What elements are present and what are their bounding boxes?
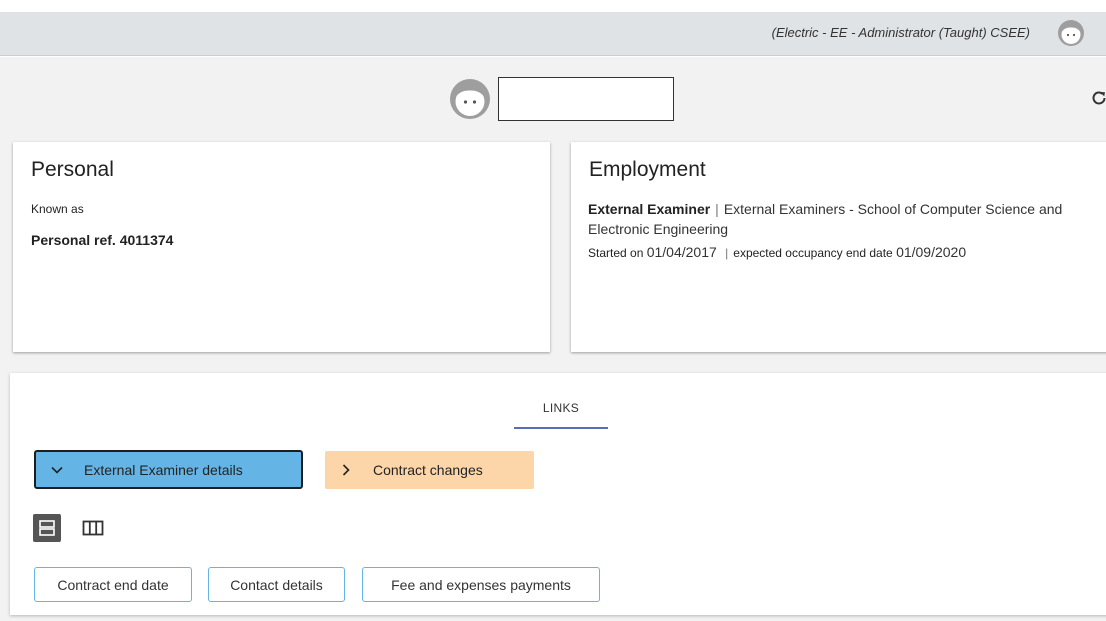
employment-role: External Examiner [588,201,711,217]
links-panel: LINKS External Examiner details Contract… [10,373,1106,615]
employment-card: Employment External Examiner | External Ex… [571,142,1106,352]
name-field [498,77,674,121]
column-view-icon[interactable] [79,518,107,538]
tab-links[interactable]: LINKS [514,397,608,429]
separator: | [715,201,719,217]
top-bar: (Electric - EE - Administrator (Taught) … [0,12,1106,56]
started-label: Started on [588,246,644,260]
employment-title: Employment [589,158,706,181]
contact-details-chip[interactable]: Contact details [208,567,345,602]
personal-card: Personal Known as Personal ref. 4011374 [13,142,550,352]
external-examiner-details-button[interactable]: External Examiner details [34,450,303,489]
chevron-down-icon [50,463,64,477]
started-date: 01/04/2017 [646,244,717,260]
personal-ref: Personal ref. 4011374 [31,232,174,248]
accordion-label: Contract changes [373,462,483,478]
known-as-label: Known as [31,202,84,216]
list-view-icon[interactable] [33,514,61,542]
chevron-right-icon [339,463,353,477]
fee-and-expenses-payments-chip[interactable]: Fee and expenses payments [362,567,600,602]
contract-end-date-chip[interactable]: Contract end date [34,567,192,602]
personal-title: Personal [31,158,114,181]
user-role-text: (Electric - EE - Administrator (Taught) … [771,25,1030,40]
face-avatar-icon[interactable] [1057,19,1085,47]
contract-changes-button[interactable]: Contract changes [325,451,534,489]
accordion-label: External Examiner details [84,461,243,478]
end-date-label: expected occupancy end date [733,246,893,260]
end-date: 01/09/2020 [896,244,967,260]
refresh-icon[interactable] [1090,89,1106,107]
employment-role-line: External Examiner | External Examiners - S… [588,199,1078,239]
employment-dates-line: Started on 01/04/2017 | expected occupanc… [588,244,966,260]
separator: | [725,246,729,260]
face-avatar-icon [449,78,491,120]
